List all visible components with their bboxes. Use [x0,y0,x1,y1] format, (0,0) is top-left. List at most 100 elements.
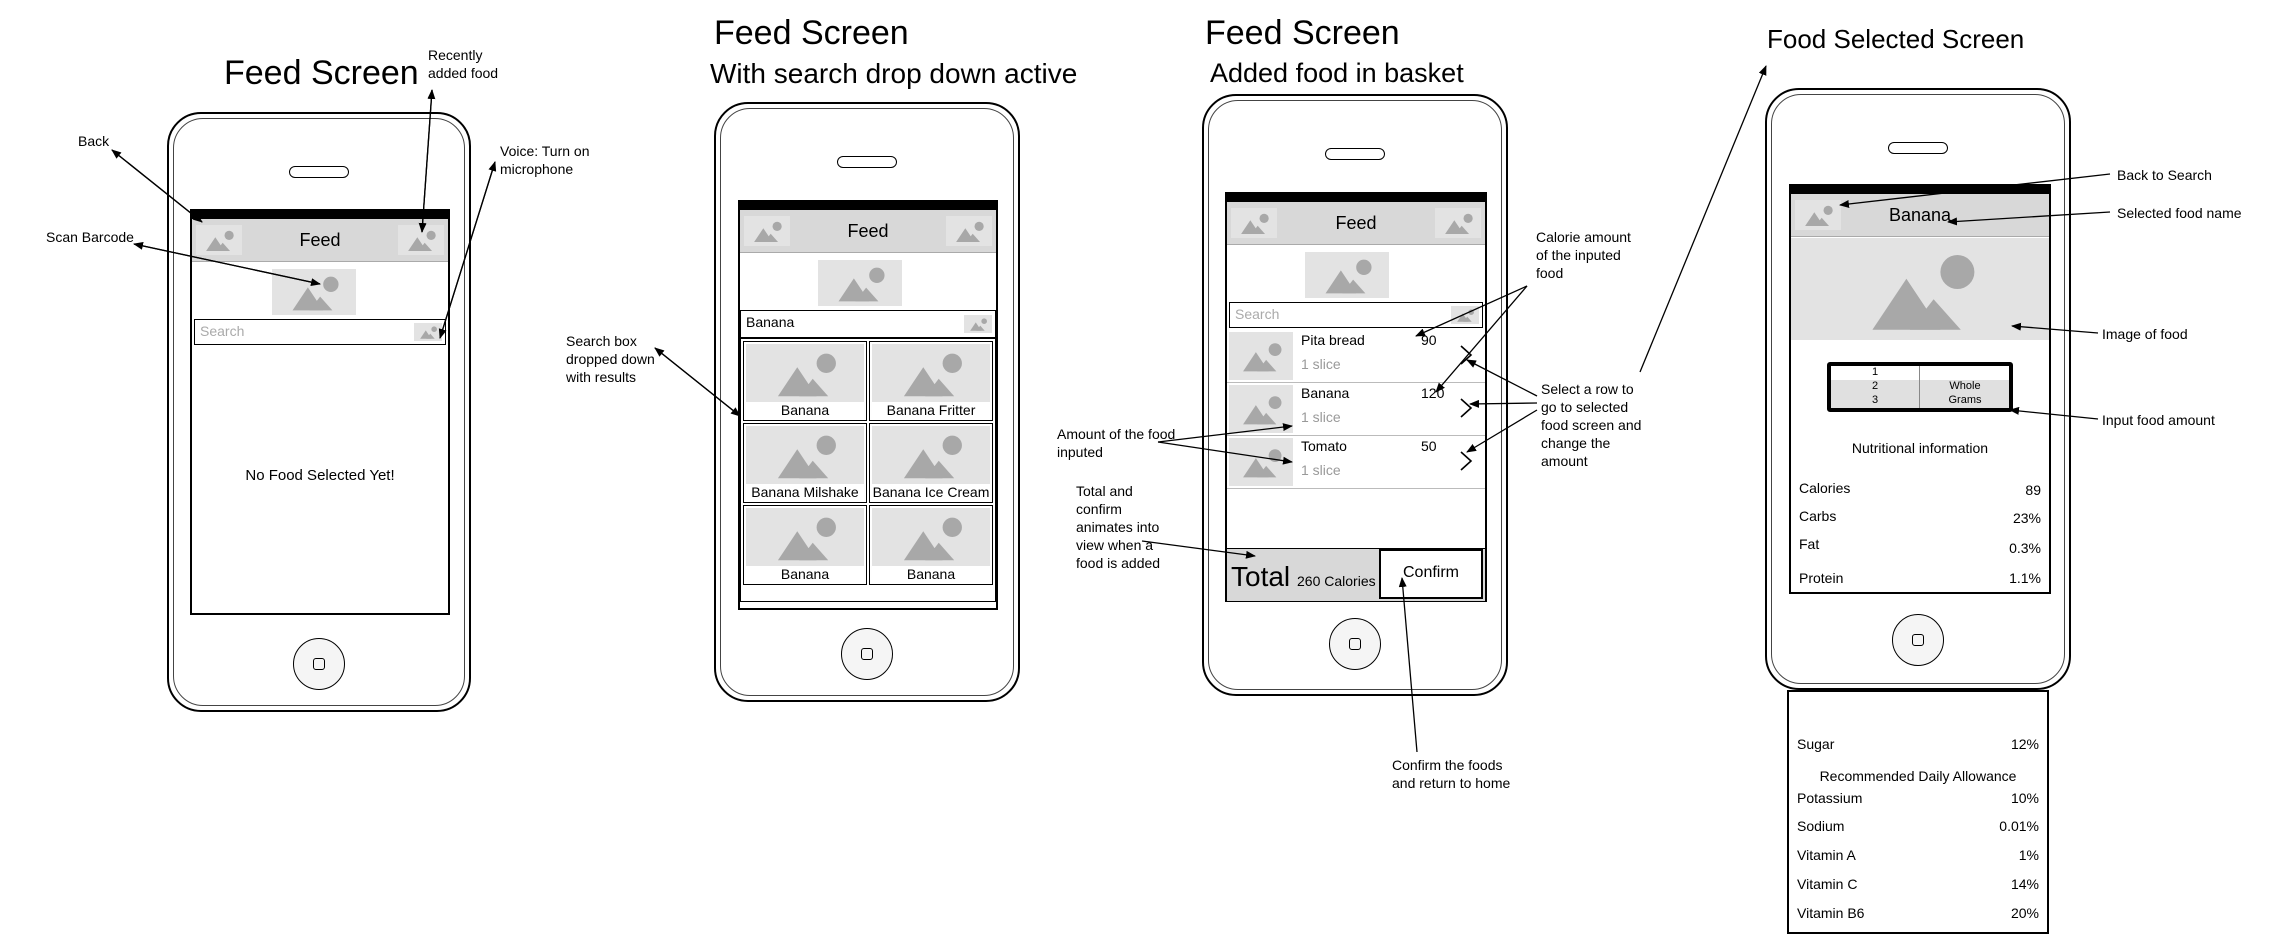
recently-added-button[interactable] [1435,208,1481,238]
home-button[interactable] [1892,614,1944,666]
food-amount: 1 slice [1301,462,1341,478]
result-label: Banana [780,402,830,418]
result-tile[interactable]: Banana Milshake [743,423,867,503]
annotation-confirm-foods: Confirm the foods and return to home [1392,757,1511,791]
search-value: Banana [746,314,795,330]
food-calories: 90 [1421,332,1437,348]
food-calories: 50 [1421,438,1437,454]
annotation-calorie-amount: Calorie amount of the inputed food [1536,229,1631,281]
annotation-total-confirm: Total and confirm animates into view whe… [1076,483,1161,571]
annotation-voice: Voice: Turn on microphone [500,143,590,177]
annotation-image-of-food: Image of food [2102,326,2188,342]
total-value: 260 Calories [1297,573,1376,589]
phone-frame-4: Banana 1 2 Whole 3 Grams Nutritional inf… [1765,88,2071,690]
microphone-button[interactable] [414,323,442,341]
food-amount: 1 slice [1301,356,1341,372]
confirm-button[interactable]: Confirm [1379,549,1483,599]
nutrient-label: Protein [1799,570,1844,586]
nutrient-value: 20% [2010,905,2039,921]
nutrient-value: 14% [2010,876,2039,892]
nav-bar: Feed [1227,202,1485,245]
nutrient-label: Sodium [1797,818,1845,834]
annotation-back: Back [78,133,110,149]
nutrient-label: Vitamin A [1797,847,1856,863]
nutrient-label: Vitamin C [1797,876,1858,892]
speaker [289,166,349,178]
chevron-right-icon [1460,398,1473,418]
nav-bar: Feed [740,210,996,253]
screen2-title: Feed Screen [714,14,909,52]
food-name: Tomato [1301,438,1347,454]
total-bar: Total 260 Calories Confirm [1227,548,1485,601]
scan-barcode-button[interactable] [818,260,902,306]
food-calories: 120 [1421,385,1445,401]
result-label: Banana Fritter [886,402,976,418]
result-tile[interactable]: Banana Fritter [869,341,993,421]
result-tile[interactable]: Banana Ice Cream [869,423,993,503]
phone-frame-1: Feed Search No Food Selected Yet! [167,112,471,712]
screen2: Feed Banana Banana Banana Fritter Banana… [738,200,998,610]
scan-barcode-button[interactable] [272,269,356,315]
screen1-title: Feed Screen [224,54,419,92]
nutrient-label: Sugar [1797,736,1835,752]
basket-row[interactable]: Pita bread 1 slice 90 [1227,330,1485,383]
screen4-title: Food Selected Screen [1767,24,2025,54]
home-button[interactable] [841,628,893,680]
result-label: Banana Ice Cream [872,484,990,500]
extended-nutrition-panel: Sugar 12% Recommended Daily Allowance Po… [1787,690,2049,934]
nutrient-value: 0.3% [2009,540,2041,556]
arrow [1639,65,1767,373]
food-amount: 1 slice [1301,409,1341,425]
result-tile[interactable]: Banana [743,341,867,421]
picker-number: 1 [1871,366,1879,378]
picker-unit: Grams [1919,394,2010,408]
search-input[interactable]: Search [1229,302,1483,328]
phone-frame-3: Feed Search Pita bread 1 slice 90 Banana… [1202,94,1508,696]
screen3-title: Feed Screen [1205,14,1400,52]
food-name: Banana [1301,385,1350,401]
picker-unit: Whole [1919,380,2010,394]
nutrient-value: 1% [2018,847,2039,863]
result-tile[interactable]: Banana [743,505,867,585]
home-button[interactable] [293,638,345,690]
nutrient-value: 89 [2025,482,2041,498]
nutrition-heading: Nutritional information [1851,440,1989,456]
result-label: Banana Milshake [751,484,859,500]
result-tile[interactable]: Banana [869,505,993,585]
food-image [1791,238,2049,340]
search-placeholder: Search [1235,306,1280,322]
phone-frame-2: Feed Banana Banana Banana Fritter Banana… [714,102,1020,702]
nutrient-label: Carbs [1799,508,1837,524]
microphone-button[interactable] [1451,306,1479,324]
speaker [837,156,897,168]
annotation-search-dropdown: Search box dropped down with results [566,333,655,385]
recently-added-button[interactable] [398,225,444,255]
annotation-recently-added: Recently added food [428,47,499,81]
annotation-amount-inputed: Amount of the food inputed [1057,426,1176,460]
screen2-subtitle: With search drop down active [710,58,1078,89]
basket-row[interactable]: Tomato 1 slice 50 [1227,436,1485,489]
rda-heading: Recommended Daily Allowance [1819,768,2017,784]
screen4: Banana 1 2 Whole 3 Grams Nutritional inf… [1789,184,2051,594]
speaker [1325,148,1385,160]
picker-number: 2 [1871,380,1879,392]
nav-bar: Banana [1791,194,2049,237]
home-button[interactable] [1329,618,1381,670]
nutrient-value: 23% [2012,510,2041,526]
nutrient-label: Fat [1799,536,1820,552]
selected-food-name: Banana [1888,205,1952,225]
search-input[interactable]: Banana [740,310,996,338]
annotation-scan-barcode: Scan Barcode [46,229,134,245]
scan-barcode-button[interactable] [1305,252,1389,298]
recently-added-button[interactable] [946,216,992,246]
microphone-button[interactable] [964,315,992,333]
search-input[interactable]: Search [194,319,446,345]
picker-number: 3 [1871,394,1879,406]
chevron-right-icon [1460,451,1473,471]
annotation-select-row: Select a row to go to selected food scre… [1541,381,1642,469]
nutrient-label: Potassium [1797,790,1863,806]
annotation-back-to-search: Back to Search [2117,167,2212,183]
basket-row[interactable]: Banana 1 slice 120 [1227,383,1485,436]
amount-picker[interactable]: 1 2 Whole 3 Grams [1827,362,2013,412]
screen1: Feed Search No Food Selected Yet! [190,209,450,615]
